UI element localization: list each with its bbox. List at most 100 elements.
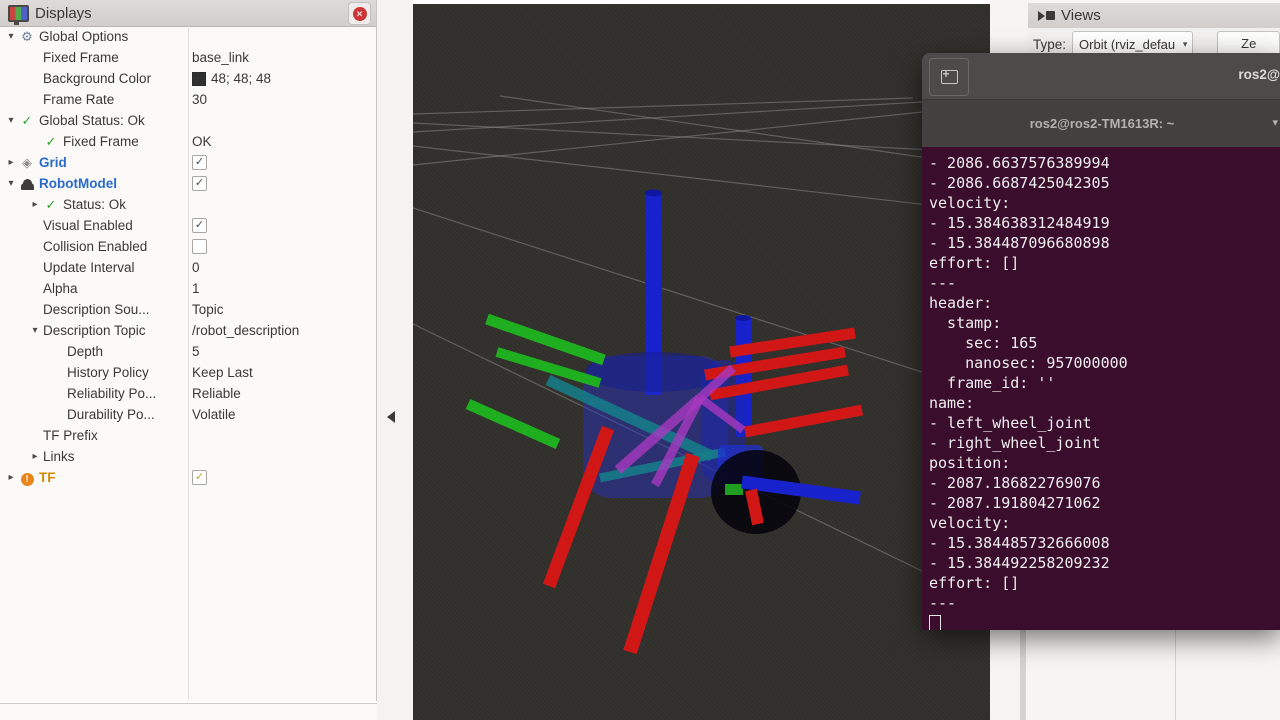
check-icon: ✓ xyxy=(17,113,37,129)
terminal-line: - right_wheel_joint xyxy=(929,433,1280,453)
terminal-line: - left_wheel_joint xyxy=(929,413,1280,433)
property-label: Global Status: Ok xyxy=(39,113,145,128)
new-tab-button[interactable] xyxy=(929,58,969,96)
check-icon: ✓ xyxy=(41,197,61,213)
terminal-line: stamp: xyxy=(929,313,1280,333)
property-value[interactable]: 5 xyxy=(192,341,200,362)
views-splitter[interactable] xyxy=(1020,630,1026,720)
views-icon xyxy=(1038,11,1055,21)
bottom-panel-edge xyxy=(0,703,413,720)
terminal-line: - 15.384492258209232 xyxy=(929,553,1280,573)
property-value[interactable]: 0 xyxy=(192,257,200,278)
terminal-line: - 15.384485732666008 xyxy=(929,533,1280,553)
property-label: RobotModel xyxy=(39,176,117,191)
terminal-line: effort: [] xyxy=(929,573,1280,593)
tab-list-chevron-icon[interactable]: ▾ xyxy=(1272,116,1278,129)
grid-icon: ◈ xyxy=(17,155,37,171)
expander-arrow-icon[interactable]: ▾ xyxy=(5,178,17,189)
terminal-line: - 2087.186822769076 xyxy=(929,473,1280,493)
expander-arrow-icon[interactable]: ▸ xyxy=(5,472,17,483)
chevron-down-icon: ▾ xyxy=(1183,39,1188,50)
property-value[interactable]: 30 xyxy=(192,89,207,110)
gear-icon: ⚙ xyxy=(17,29,37,45)
terminal-line: velocity: xyxy=(929,193,1280,213)
property-label: Reliability Po... xyxy=(67,386,156,401)
enabled-checkbox[interactable]: ✓ xyxy=(192,176,207,191)
close-icon: ✕ xyxy=(353,7,367,21)
robot-icon xyxy=(17,176,37,191)
enabled-checkbox[interactable]: ✓ xyxy=(192,218,207,233)
terminal-line: position: xyxy=(929,453,1280,473)
wheel-y-axis xyxy=(725,484,743,495)
property-value[interactable]: base_link xyxy=(192,47,249,68)
property-label: TF xyxy=(39,470,56,485)
property-label: Grid xyxy=(39,155,67,170)
scene-canvas xyxy=(413,4,990,720)
terminal-window[interactable]: ros2@ ros2@ros2-TM1613R: ~ ▾ - 2086.6637… xyxy=(922,53,1280,630)
terminal-output[interactable]: - 2086.6637576389994- 2086.6687425042305… xyxy=(922,147,1280,630)
view-type-value: Orbit (rviz_defau xyxy=(1079,37,1178,52)
enabled-checkbox[interactable]: ✓ xyxy=(192,470,207,485)
terminal-tabbar: ros2@ros2-TM1613R: ~ ▾ xyxy=(922,99,1280,147)
property-value[interactable]: OK xyxy=(192,131,212,152)
property-label: Background Color xyxy=(43,71,151,86)
displays-icon xyxy=(8,5,29,22)
property-label: Status: Ok xyxy=(63,197,126,212)
displays-panel: Displays ✕ ▾⚙Global OptionsFixed Frameba… xyxy=(0,0,377,701)
enabled-checkbox[interactable]: ✓ xyxy=(192,155,207,170)
property-label: Durability Po... xyxy=(67,407,155,422)
new-tab-icon xyxy=(941,70,958,84)
collapse-panel-icon[interactable] xyxy=(387,411,395,423)
property-value[interactable]: Reliable xyxy=(192,383,241,404)
expander-arrow-icon[interactable]: ▾ xyxy=(29,325,41,336)
rviz-window: Displays ✕ ▾⚙Global OptionsFixed Frameba… xyxy=(0,0,1280,720)
property-value[interactable]: Topic xyxy=(192,299,224,320)
property-label: History Policy xyxy=(67,365,149,380)
terminal-titlebar[interactable]: ros2@ xyxy=(922,53,1280,99)
color-value[interactable]: 48; 48; 48 xyxy=(192,68,271,89)
robot-model xyxy=(468,190,862,653)
property-value[interactable]: /robot_description xyxy=(192,320,299,341)
terminal-line: --- xyxy=(929,273,1280,293)
property-label: Global Options xyxy=(39,29,128,44)
terminal-line: - 2086.6687425042305 xyxy=(929,173,1280,193)
property-label: Collision Enabled xyxy=(43,239,147,254)
displays-panel-header[interactable]: Displays ✕ xyxy=(0,0,376,27)
property-column-divider[interactable] xyxy=(188,26,189,699)
views-panel-title: Views xyxy=(1061,7,1101,24)
terminal-tab[interactable]: ros2@ros2-TM1613R: ~ xyxy=(1030,116,1175,131)
property-label: Fixed Frame xyxy=(43,50,119,65)
check-icon: ✓ xyxy=(41,134,61,150)
property-label: TF Prefix xyxy=(43,428,98,443)
property-label: Description Topic xyxy=(43,323,146,338)
expander-arrow-icon[interactable]: ▸ xyxy=(29,199,41,210)
expander-arrow-icon[interactable]: ▸ xyxy=(29,451,41,462)
terminal-line: nanosec: 957000000 xyxy=(929,353,1280,373)
color-swatch xyxy=(192,72,206,86)
property-value[interactable]: 1 xyxy=(192,278,200,299)
terminal-line: - 15.384487096680898 xyxy=(929,233,1280,253)
viewport-3d[interactable] xyxy=(413,4,990,720)
expander-arrow-icon[interactable]: ▾ xyxy=(5,115,17,126)
terminal-line: velocity: xyxy=(929,513,1280,533)
terminal-line: name: xyxy=(929,393,1280,413)
property-label: Update Interval xyxy=(43,260,135,275)
expander-arrow-icon[interactable]: ▾ xyxy=(5,31,17,42)
dock-splitter[interactable] xyxy=(377,0,413,720)
terminal-line: header: xyxy=(929,293,1280,313)
terminal-line: frame_id: '' xyxy=(929,373,1280,393)
terminal-title: ros2@ xyxy=(1238,67,1280,82)
property-label: Description Sou... xyxy=(43,302,150,317)
enabled-checkbox[interactable] xyxy=(192,239,207,254)
terminal-line: - 15.384638312484919 xyxy=(929,213,1280,233)
view-type-label: Type: xyxy=(1033,37,1066,52)
property-value[interactable]: Volatile xyxy=(192,404,236,425)
wheel-x-axis xyxy=(751,490,758,524)
property-label: Depth xyxy=(67,344,103,359)
terminal-line: - 2087.191804271062 xyxy=(929,493,1280,513)
property-value[interactable]: Keep Last xyxy=(192,362,253,383)
displays-close-button[interactable]: ✕ xyxy=(348,2,371,25)
terminal-line: --- xyxy=(929,593,1280,613)
views-panel-header[interactable]: Views xyxy=(1028,3,1280,29)
expander-arrow-icon[interactable]: ▸ xyxy=(5,157,17,168)
